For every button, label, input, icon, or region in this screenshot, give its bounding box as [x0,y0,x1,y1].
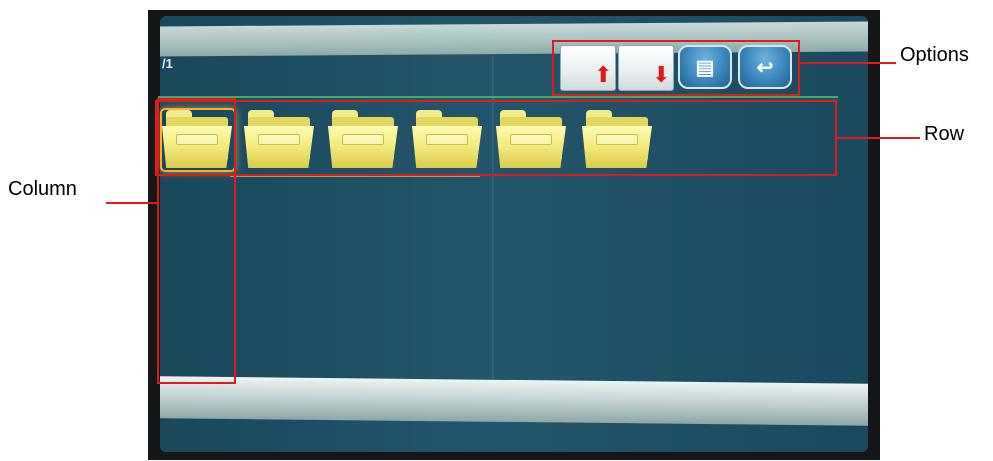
options-highlight-box [552,40,800,96]
row-label: Row [924,123,965,145]
options-pointer-line [800,62,896,64]
column-pointer-line [106,202,157,204]
column-label: Column [8,178,77,200]
row-highlight-top [158,96,838,98]
options-label: Options [900,44,969,66]
row-pointer-line [837,137,920,139]
path-indicator: /1 [162,56,173,71]
column-highlight-box [157,98,236,384]
row-highlight-box [155,100,837,176]
bottom-bar [160,376,868,426]
